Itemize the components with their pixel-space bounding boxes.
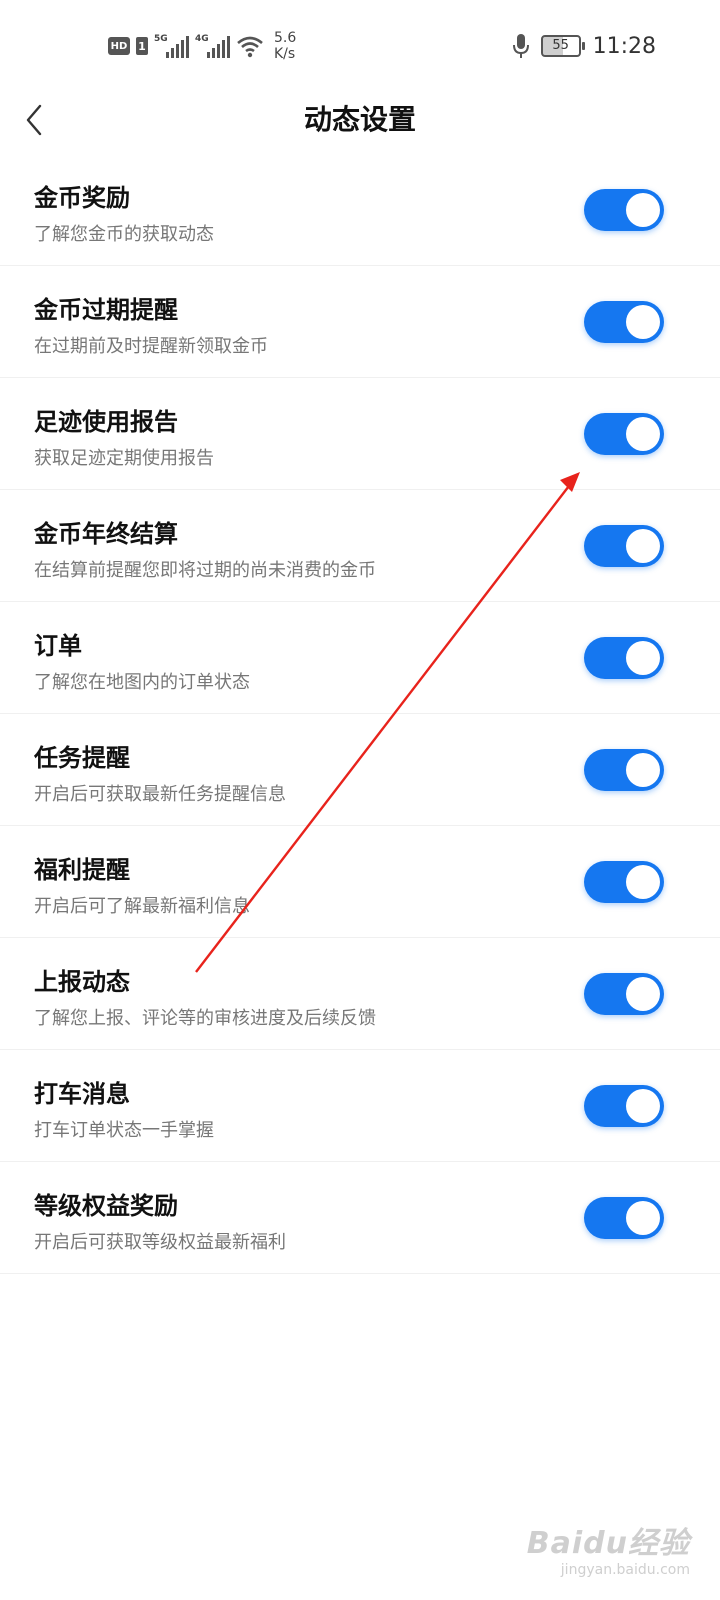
setting-description: 了解您金币的获取动态 [34,224,214,245]
hd-badge: HD [108,37,130,55]
setting-row: 打车消息 打车订单状态一手掌握 [0,1050,720,1162]
setting-description: 了解您在地图内的订单状态 [34,672,250,693]
microphone-icon [512,34,529,58]
setting-title: 等级权益奖励 [34,1192,178,1220]
setting-toggle[interactable] [584,189,664,231]
network-5g-label: 5G [154,34,168,44]
status-time: 11:28 [592,33,656,59]
setting-row: 金币过期提醒 在过期前及时提醒新领取金币 [0,266,720,378]
network-speed-value: 5.6 [274,30,297,46]
setting-title: 打车消息 [34,1080,130,1108]
network-speed: 5.6 K/s [274,30,296,62]
setting-description: 开启后可了解最新福利信息 [34,896,250,917]
setting-title: 上报动态 [34,968,130,996]
setting-toggle[interactable] [584,1085,664,1127]
watermark-url: jingyan.baidu.com [560,1562,690,1578]
wifi-icon [237,36,263,58]
signal-4g-icon: 4G [195,34,230,58]
setting-row: 金币年终结算 在结算前提醒您即将过期的尚未消费的金币 [0,490,720,602]
network-speed-unit: K/s [274,46,296,62]
status-right: 55 11:28 [512,28,656,64]
network-4g-label: 4G [195,34,209,44]
setting-title: 足迹使用报告 [34,408,178,436]
sim-badge: 1 [136,37,148,55]
setting-title: 金币奖励 [34,184,130,212]
setting-row: 福利提醒 开启后可了解最新福利信息 [0,826,720,938]
setting-row: 订单 了解您在地图内的订单状态 [0,602,720,714]
toggle-knob [626,529,660,563]
watermark: Baidu经验 jingyan.baidu.com [527,1518,690,1578]
toggle-knob [626,1089,660,1123]
setting-title: 金币年终结算 [34,520,178,548]
page-title: 动态设置 [303,103,416,136]
toggle-knob [626,417,660,451]
setting-description: 在结算前提醒您即将过期的尚未消费的金币 [34,560,376,581]
setting-row: 足迹使用报告 获取足迹定期使用报告 [0,378,720,490]
setting-title: 任务提醒 [34,744,130,772]
toggle-knob [626,193,660,227]
toggle-knob [626,753,660,787]
status-bar: HD 1 5G 4G 5.6 K/s 55 11:28 [0,0,720,92]
setting-toggle[interactable] [584,525,664,567]
setting-toggle[interactable] [584,973,664,1015]
setting-description: 获取足迹定期使用报告 [34,448,214,469]
setting-toggle[interactable] [584,861,664,903]
toggle-knob [626,865,660,899]
setting-title: 金币过期提醒 [34,296,178,324]
setting-row: 任务提醒 开启后可获取最新任务提醒信息 [0,714,720,826]
setting-row: 金币奖励 了解您金币的获取动态 [0,154,720,266]
toggle-knob [626,977,660,1011]
signal-5g-icon: 5G [154,34,189,58]
settings-list: 金币奖励 了解您金币的获取动态 金币过期提醒 在过期前及时提醒新领取金币 足迹使… [0,154,720,1274]
nav-bar: 动态设置 [0,92,720,148]
setting-row: 等级权益奖励 开启后可获取等级权益最新福利 [0,1162,720,1274]
setting-title: 福利提醒 [34,856,130,884]
setting-description: 在过期前及时提醒新领取金币 [34,336,268,357]
setting-toggle[interactable] [584,749,664,791]
setting-row: 上报动态 了解您上报、评论等的审核进度及后续反馈 [0,938,720,1050]
setting-toggle[interactable] [584,1197,664,1239]
setting-toggle[interactable] [584,637,664,679]
toggle-knob [626,305,660,339]
setting-description: 开启后可获取等级权益最新福利 [34,1232,286,1253]
toggle-knob [626,1201,660,1235]
setting-toggle[interactable] [584,413,664,455]
setting-description: 了解您上报、评论等的审核进度及后续反馈 [34,1008,376,1029]
setting-title: 订单 [34,632,82,660]
battery-icon: 55 [540,35,585,57]
setting-description: 打车订单状态一手掌握 [34,1120,214,1141]
setting-toggle[interactable] [584,301,664,343]
status-left: HD 1 5G 4G 5.6 K/s [108,28,296,64]
setting-description: 开启后可获取最新任务提醒信息 [34,784,286,805]
watermark-logo: Baidu经验 [526,1526,690,1561]
toggle-knob [626,641,660,675]
